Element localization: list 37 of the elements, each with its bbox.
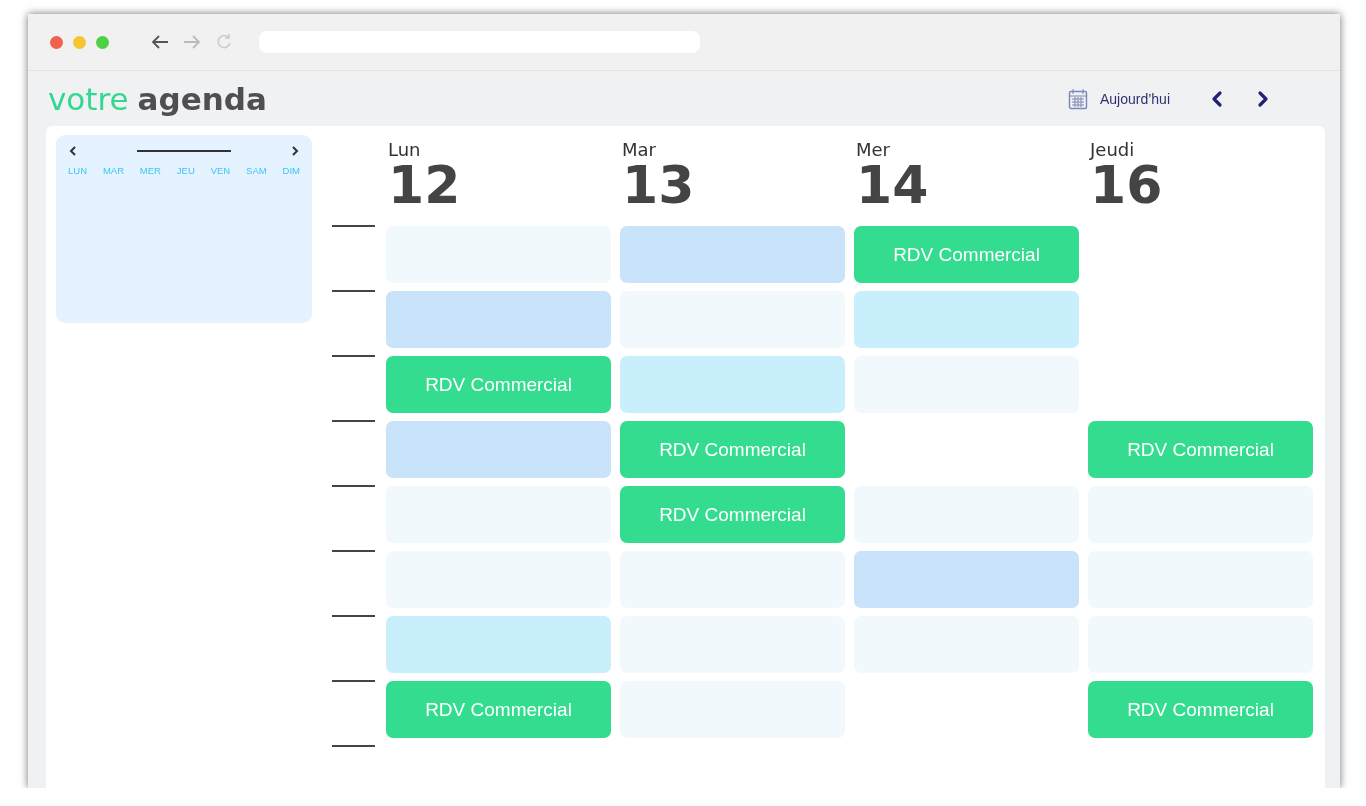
day-name: Mar [622,141,657,159]
weekday-label: VEN [210,165,231,176]
time-slot[interactable] [386,616,611,673]
time-slot[interactable] [386,291,611,348]
event-block[interactable]: RDV Commercial [1088,681,1313,738]
event-block[interactable]: RDV Commercial [386,356,611,413]
today-button[interactable]: Aujourd’hui [1099,90,1188,107]
maximize-dot[interactable] [96,35,109,49]
weekday-label: DIM [282,165,300,176]
event-block[interactable]: RDV Commercial [1088,421,1313,478]
day-name: Lun [388,141,422,159]
event-block[interactable]: RDV Commercial [620,486,845,543]
day-number: 12 [388,159,462,211]
next-chevron-icon[interactable] [290,145,300,157]
time-slot[interactable] [386,421,611,478]
event-block[interactable]: RDV Commercial [854,226,1079,283]
day-name: Mer [856,141,891,159]
weekday-label: MAR [102,165,124,176]
event-block[interactable]: RDV Commercial [386,681,611,738]
day-number: 14 [856,159,930,211]
calendar-icon[interactable] [1067,87,1088,110]
event-block[interactable]: RDV Commercial [620,421,845,478]
weekday-label: LUN [68,165,87,176]
minimize-dot[interactable] [73,35,86,49]
time-slot[interactable] [620,356,845,413]
time-slot[interactable] [854,291,1079,348]
weekday-label: MER [139,165,161,176]
time-slot[interactable] [620,226,845,283]
close-dot[interactable] [50,35,63,49]
time-slot[interactable] [854,551,1079,608]
logo: votre agenda [48,80,267,117]
weekday-label: JEU [176,165,195,176]
weekday-label: SAM [246,165,267,176]
previous-chevron-icon[interactable] [68,145,78,157]
day-number: 16 [1090,159,1164,211]
day-number: 13 [622,159,696,211]
day-name: Jeudi [1090,141,1136,159]
